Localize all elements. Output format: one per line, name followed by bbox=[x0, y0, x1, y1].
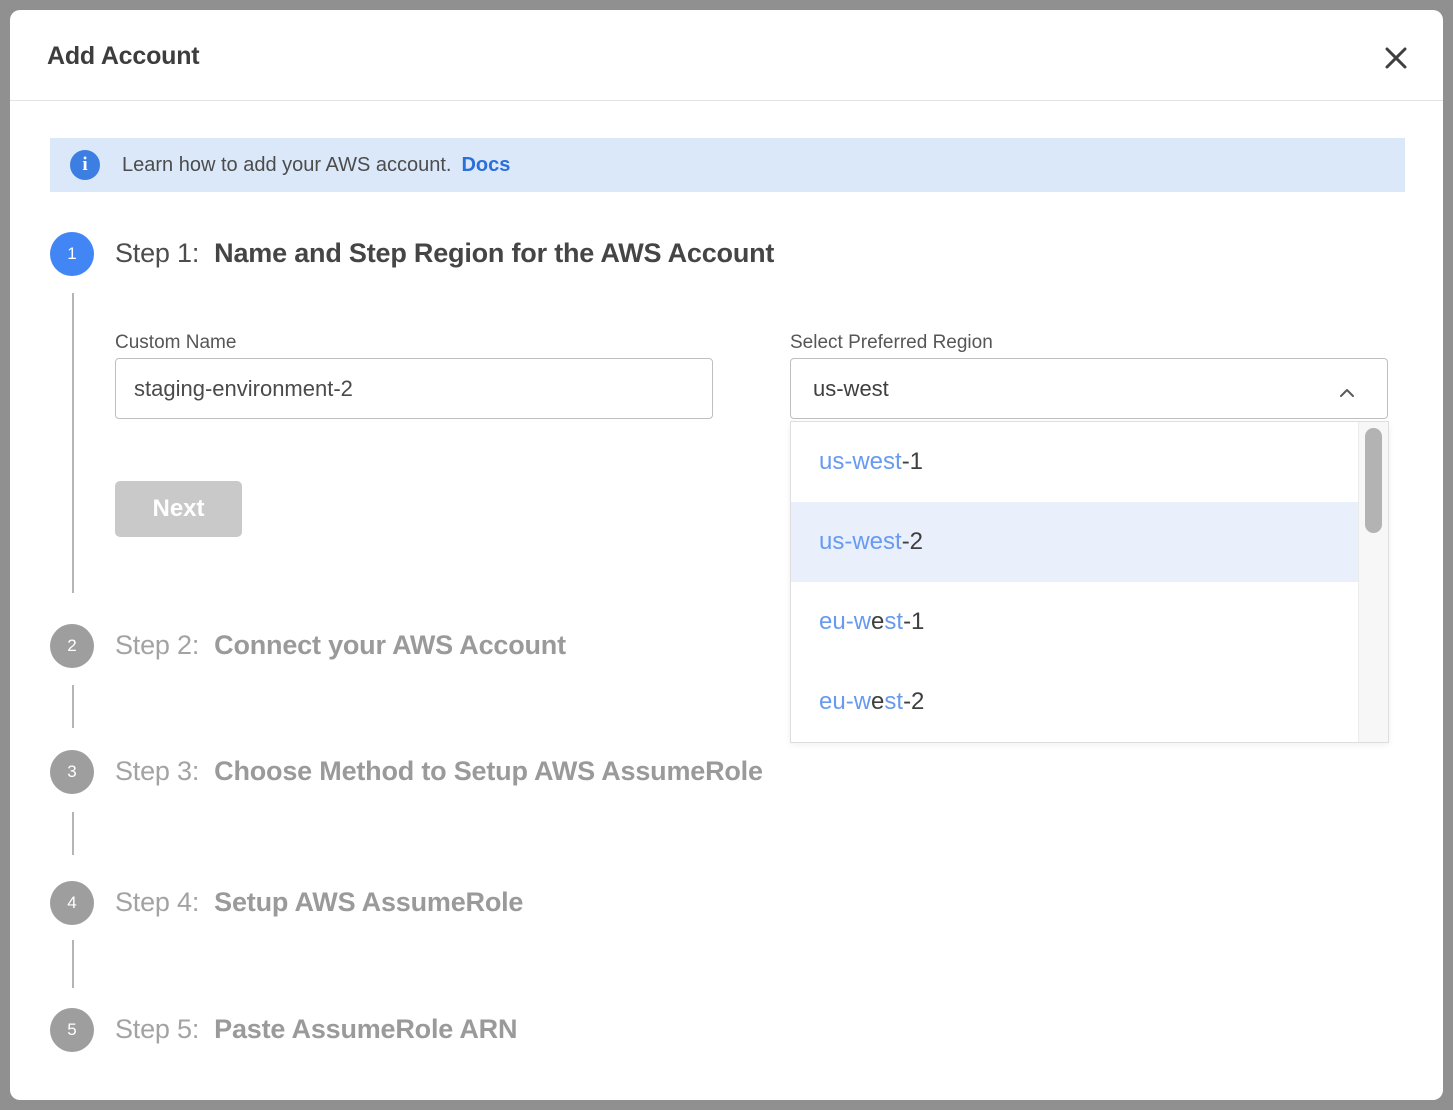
step-5-heading: Step 5: Paste AssumeRole ARN bbox=[115, 1014, 517, 1045]
step-2-label: Step 2: bbox=[115, 630, 199, 661]
step-1-circle: 1 bbox=[50, 232, 94, 276]
step-4-number: 4 bbox=[67, 893, 76, 913]
region-option-us-west-2[interactable]: us-west-2 bbox=[791, 502, 1359, 582]
step-2-number: 2 bbox=[67, 636, 76, 656]
option-text: us-west-1 bbox=[819, 448, 923, 476]
region-label: Select Preferred Region bbox=[790, 332, 993, 354]
close-icon bbox=[1383, 45, 1409, 71]
docs-link[interactable]: Docs bbox=[461, 154, 510, 177]
step-5-circle: 5 bbox=[50, 1008, 94, 1052]
step-1-number: 1 bbox=[67, 244, 76, 264]
region-value: us-west bbox=[813, 376, 889, 402]
step-3-label: Step 3: bbox=[115, 756, 199, 787]
step-4-heading: Step 4: Setup AWS AssumeRole bbox=[115, 887, 523, 918]
rail-step1-step2 bbox=[72, 293, 74, 593]
option-text: eu-west-1 bbox=[819, 608, 924, 636]
banner-text: Learn how to add your AWS account. bbox=[122, 154, 451, 177]
step-5-number: 5 bbox=[67, 1020, 76, 1040]
step-2-title: Connect your AWS Account bbox=[214, 630, 566, 661]
modal-title: Add Account bbox=[47, 42, 199, 71]
step-4-label: Step 4: bbox=[115, 887, 199, 918]
step-4-circle: 4 bbox=[50, 881, 94, 925]
step-4-title: Setup AWS AssumeRole bbox=[214, 887, 523, 918]
close-button[interactable] bbox=[1376, 38, 1416, 78]
step-3-number: 3 bbox=[67, 762, 76, 782]
step-5-title: Paste AssumeRole ARN bbox=[214, 1014, 517, 1045]
step-2-heading: Step 2: Connect your AWS Account bbox=[115, 630, 566, 661]
step-1-label: Step 1: bbox=[115, 238, 199, 269]
option-text: us-west-2 bbox=[819, 528, 923, 556]
step-3-title: Choose Method to Setup AWS AssumeRole bbox=[214, 756, 763, 787]
option-text: eu-west-2 bbox=[819, 688, 924, 716]
next-button[interactable]: Next bbox=[115, 481, 242, 537]
step-2-circle: 2 bbox=[50, 624, 94, 668]
step-1-title: Name and Step Region for the AWS Account bbox=[214, 238, 774, 269]
step-1-heading: Step 1: Name and Step Region for the AWS… bbox=[115, 238, 774, 269]
step-5-label: Step 5: bbox=[115, 1014, 199, 1045]
step-3-circle: 3 bbox=[50, 750, 94, 794]
add-account-modal: Add Account i Learn how to add your AWS … bbox=[10, 10, 1443, 1100]
dropdown-scrollbar-track[interactable] bbox=[1358, 422, 1388, 742]
custom-name-label: Custom Name bbox=[115, 332, 236, 354]
dropdown-scrollbar-thumb[interactable] bbox=[1365, 428, 1382, 533]
rail-step2-step3 bbox=[72, 685, 74, 728]
header-divider bbox=[10, 100, 1443, 101]
chevron-up-icon bbox=[1339, 385, 1355, 401]
custom-name-input[interactable] bbox=[115, 358, 713, 419]
rail-step3-step4 bbox=[72, 812, 74, 855]
region-combobox[interactable]: us-west bbox=[790, 358, 1388, 419]
info-icon: i bbox=[70, 150, 100, 180]
region-option-eu-west-2[interactable]: eu-west-2 bbox=[791, 662, 1359, 742]
region-option-eu-west-1[interactable]: eu-west-1 bbox=[791, 582, 1359, 662]
info-banner: i Learn how to add your AWS account. Doc… bbox=[50, 138, 1405, 192]
rail-step4-step5 bbox=[72, 940, 74, 988]
region-dropdown-panel: us-west-1 us-west-2 eu-west-1 eu-west-2 bbox=[790, 421, 1389, 743]
region-option-us-west-1[interactable]: us-west-1 bbox=[791, 422, 1359, 502]
step-3-heading: Step 3: Choose Method to Setup AWS Assum… bbox=[115, 756, 763, 787]
